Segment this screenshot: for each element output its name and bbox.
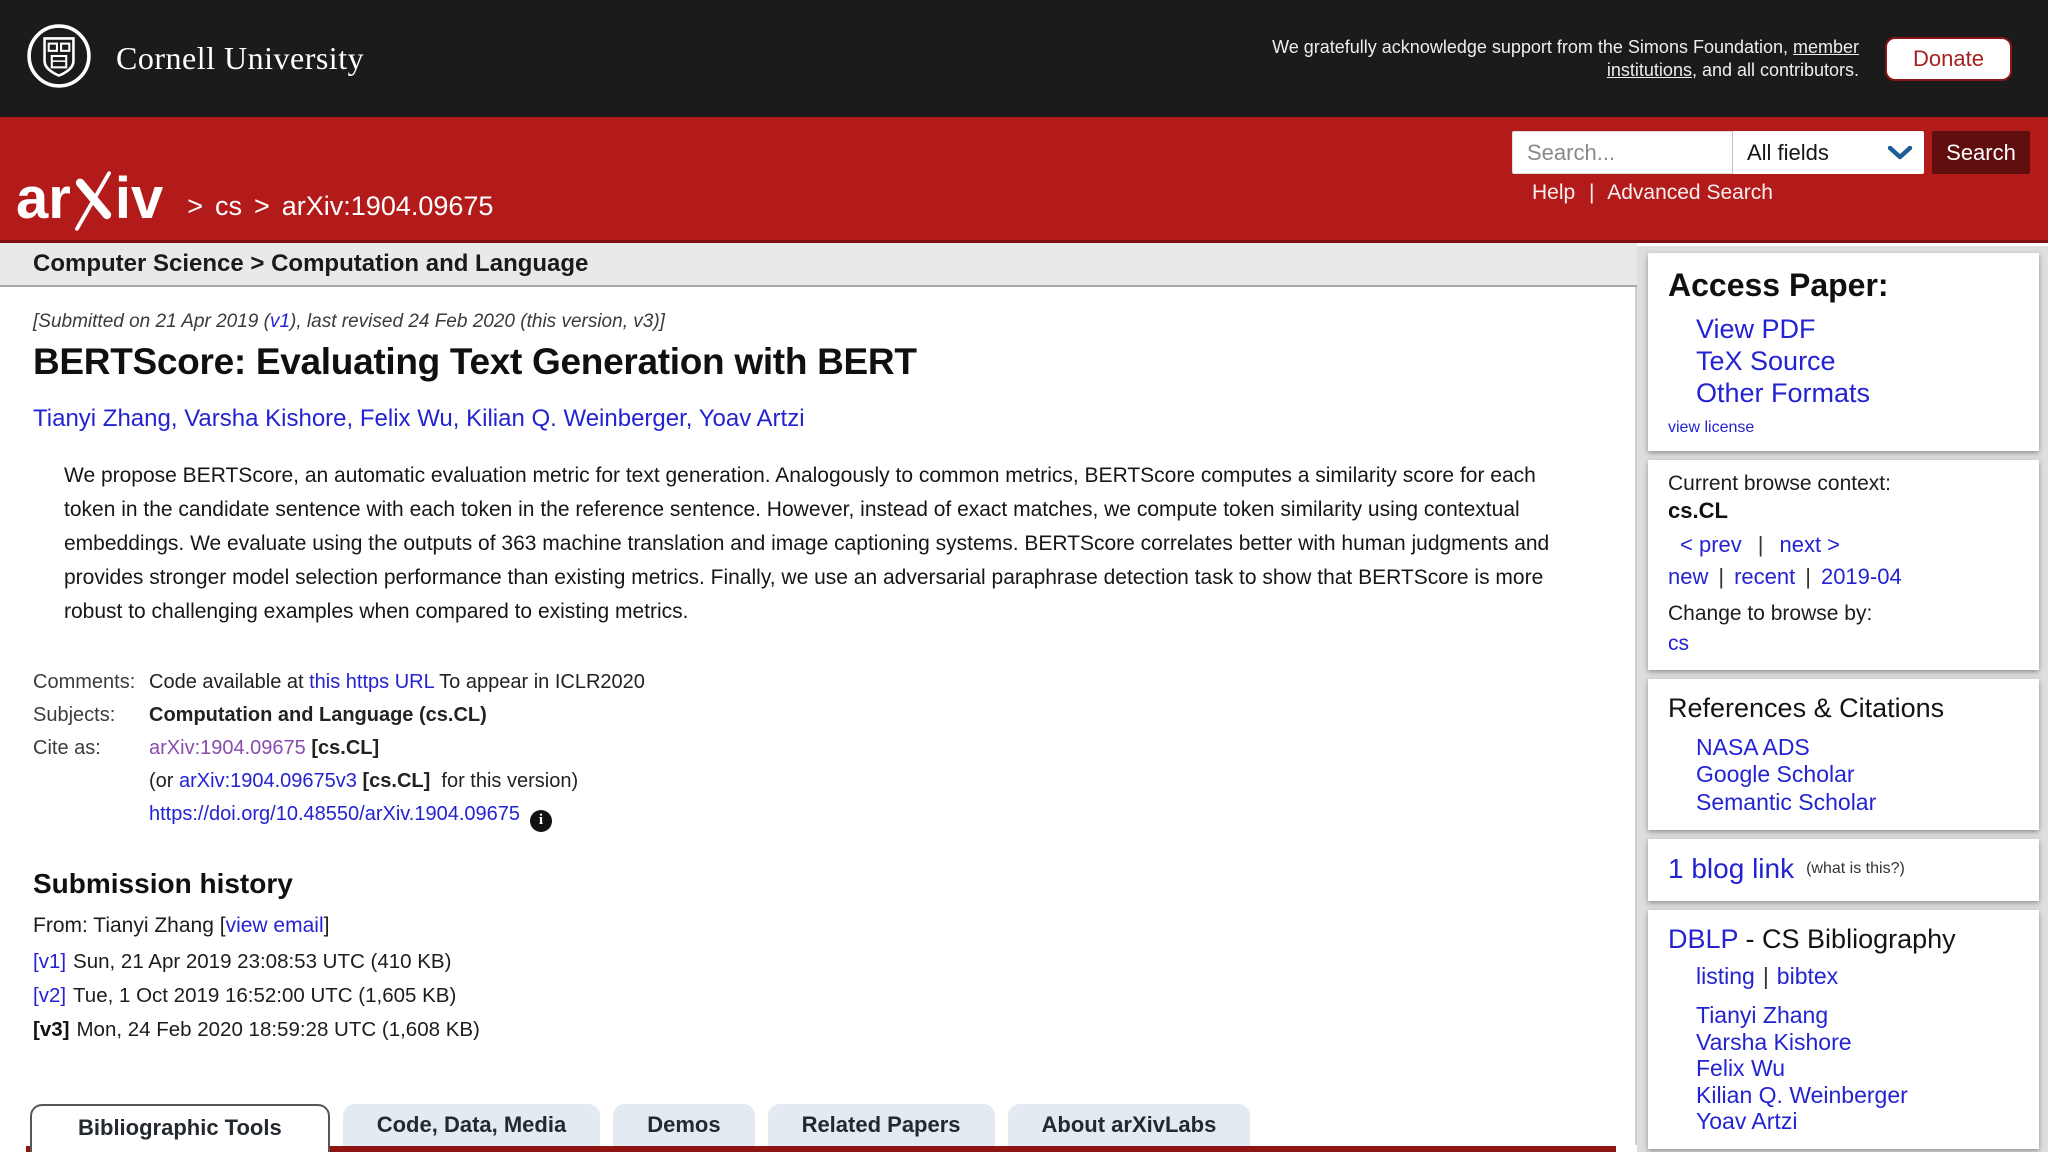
dblp-heading: DBLP - CS Bibliography [1668, 924, 2025, 955]
browse-context-box: Current browse context: cs.CL < prev|nex… [1648, 460, 2039, 670]
submission-history-heading: Submission history [33, 868, 1595, 900]
dblp-author-link[interactable]: Felix Wu [1696, 1055, 2025, 1081]
cornell-brand-link[interactable]: Cornell University [26, 23, 364, 94]
google-scholar-link[interactable]: Google Scholar [1696, 761, 2025, 789]
author-link[interactable]: Kilian Q. Weinberger [466, 405, 686, 432]
breadcrumb-cs-link[interactable]: cs [215, 191, 242, 222]
paper-title: BERTScore: Evaluating Text Generation wi… [33, 341, 1595, 383]
doi-row: https://doi.org/10.48550/arXiv.1904.0967… [33, 803, 1595, 832]
semantic-scholar-link[interactable]: Semantic Scholar [1696, 789, 2025, 817]
author-link[interactable]: Yoav Artzi [699, 405, 805, 432]
browse-cs-link[interactable]: cs [1668, 632, 1689, 656]
arxiv-banner: ar iv > cs > arXiv:1904.09675 [0, 117, 2048, 243]
dblp-listing-link[interactable]: listing [1696, 963, 1755, 989]
cite-as-row: Cite as: arXiv:1904.09675 [cs.CL] [33, 737, 1595, 760]
advanced-search-link[interactable]: Advanced Search [1607, 181, 1773, 204]
help-link[interactable]: Help [1532, 181, 1575, 204]
dblp-author-link[interactable]: Tianyi Zhang [1696, 1002, 2025, 1028]
blog-links-box: 1 blog link (what is this?) [1648, 839, 2039, 901]
v3-current-tag: [v3] [33, 1018, 69, 1041]
cornell-seal-icon [26, 23, 92, 94]
comments-row: Comments: Code available at this https U… [33, 671, 1595, 694]
abstract-text: We propose BERTScore, an automatic evalu… [64, 459, 1569, 629]
dblp-author-link[interactable]: Yoav Artzi [1696, 1108, 2025, 1134]
version-row-v2: [v2]Tue, 1 Oct 2019 16:52:00 UTC (1,605 … [33, 984, 1595, 1008]
tab-related-papers[interactable]: Related Papers [768, 1104, 995, 1146]
subject-breadcrumb: Computer Science > Computation and Langu… [33, 250, 588, 278]
donate-button[interactable]: Donate [1885, 37, 2012, 81]
what-is-this-link[interactable]: (what is this?) [1806, 860, 1905, 878]
references-citations-box: References & Citations NASA ADS Google S… [1648, 679, 2039, 831]
tab-bibliographic-tools[interactable]: Bibliographic Tools [30, 1104, 330, 1152]
doi-link[interactable]: https://doi.org/10.48550/arXiv.1904.0967… [149, 803, 520, 825]
top-header: Cornell University We gratefully acknowl… [0, 0, 2048, 117]
metadata-table: Comments: Code available at this https U… [33, 671, 1595, 832]
browse-context-value: cs.CL [1668, 498, 2025, 524]
version-row-v3: [v3]Mon, 24 Feb 2020 18:59:28 UTC (1,608… [33, 1018, 1595, 1042]
tex-source-link[interactable]: TeX Source [1696, 346, 2025, 378]
month-link[interactable]: 2019-04 [1821, 564, 1902, 589]
arxiv-logo[interactable]: ar iv [16, 170, 163, 224]
support-acknowledgment: We gratefully acknowledge support from t… [1219, 36, 1859, 81]
new-link[interactable]: new [1668, 564, 1708, 589]
access-paper-box: Access Paper: View PDF TeX Source Other … [1648, 253, 2039, 451]
cornell-wordmark: Cornell University [116, 40, 364, 77]
subjects-row: Subjects: Computation and Language (cs.C… [33, 704, 1595, 727]
subject-bar: Computer Science > Computation and Langu… [0, 243, 1637, 287]
chevron-down-icon [1888, 140, 1912, 166]
view-license-link[interactable]: view license [1668, 419, 1754, 437]
search-input[interactable] [1512, 131, 1732, 174]
breadcrumb: > cs > arXiv:1904.09675 [175, 191, 493, 222]
view-email-link[interactable]: view email [226, 914, 324, 937]
info-circle-icon[interactable]: i [530, 810, 552, 832]
v1-dateline-link[interactable]: v1 [270, 311, 290, 332]
nasa-ads-link[interactable]: NASA ADS [1696, 734, 2025, 762]
subjects-value: Computation and Language (cs.CL) [141, 704, 487, 727]
from-line: From: Tianyi Zhang [view email] [33, 914, 1595, 938]
arxiv-chi-icon [73, 170, 113, 238]
change-browse-label: Change to browse by: [1668, 602, 2025, 626]
v2-link[interactable]: [v2] [33, 984, 66, 1007]
authors-line: Tianyi Zhang, Varsha Kishore, Felix Wu, … [33, 405, 1595, 433]
dblp-link[interactable]: DBLP [1668, 924, 1738, 954]
field-selector-dropdown[interactable]: All fields [1732, 131, 1924, 174]
search-area: All fields Search Help | Advanced Search [1512, 131, 2030, 205]
v1-link[interactable]: [v1] [33, 950, 66, 973]
next-link[interactable]: next > [1779, 532, 1840, 557]
access-paper-heading: Access Paper: [1668, 267, 2025, 304]
tab-code-data-media[interactable]: Code, Data, Media [343, 1104, 600, 1146]
dblp-author-link[interactable]: Kilian Q. Weinberger [1696, 1082, 2025, 1108]
dblp-author-link[interactable]: Varsha Kishore [1696, 1029, 2025, 1055]
cite-arxiv-link[interactable]: arXiv:1904.09675 [149, 737, 306, 759]
breadcrumb-paper-id: arXiv:1904.09675 [282, 191, 494, 222]
dblp-box: DBLP - CS Bibliography listing|bibtex Ti… [1648, 910, 2039, 1148]
view-pdf-link[interactable]: View PDF [1696, 314, 2025, 346]
submission-dateline: [Submitted on 21 Apr 2019 (v1), last rev… [33, 311, 1595, 333]
tab-about-arxivlabs[interactable]: About arXivLabs [1008, 1104, 1251, 1146]
tab-demos[interactable]: Demos [613, 1104, 754, 1146]
author-link[interactable]: Varsha Kishore [184, 405, 346, 432]
arxiv-abstract-page: Cornell University We gratefully acknowl… [0, 0, 2048, 1152]
code-url-link[interactable]: this https URL [309, 671, 434, 693]
browse-context-label: Current browse context: [1668, 472, 2025, 496]
dblp-bibtex-link[interactable]: bibtex [1777, 963, 1838, 989]
author-link[interactable]: Tianyi Zhang [33, 405, 171, 432]
other-formats-link[interactable]: Other Formats [1696, 378, 2025, 410]
version-row-v1: [v1]Sun, 21 Apr 2019 23:08:53 UTC (410 K… [33, 950, 1595, 974]
arxivlabs-tabs: Bibliographic Tools Code, Data, Media De… [30, 1104, 1250, 1152]
right-sidebar: Access Paper: View PDF TeX Source Other … [1637, 246, 2048, 1152]
cite-version-row: (or arXiv:1904.09675v3 [cs.CL] for this … [33, 770, 1595, 793]
prev-link[interactable]: < prev [1680, 532, 1742, 557]
blog-link[interactable]: 1 blog link [1668, 853, 1794, 885]
main-content: [Submitted on 21 Apr 2019 (v1), last rev… [0, 287, 1637, 1145]
cite-version-link[interactable]: arXiv:1904.09675v3 [179, 770, 357, 792]
recent-link[interactable]: recent [1734, 564, 1795, 589]
search-button[interactable]: Search [1932, 131, 2030, 174]
references-citations-heading: References & Citations [1668, 693, 2025, 724]
author-link[interactable]: Felix Wu [360, 405, 453, 432]
